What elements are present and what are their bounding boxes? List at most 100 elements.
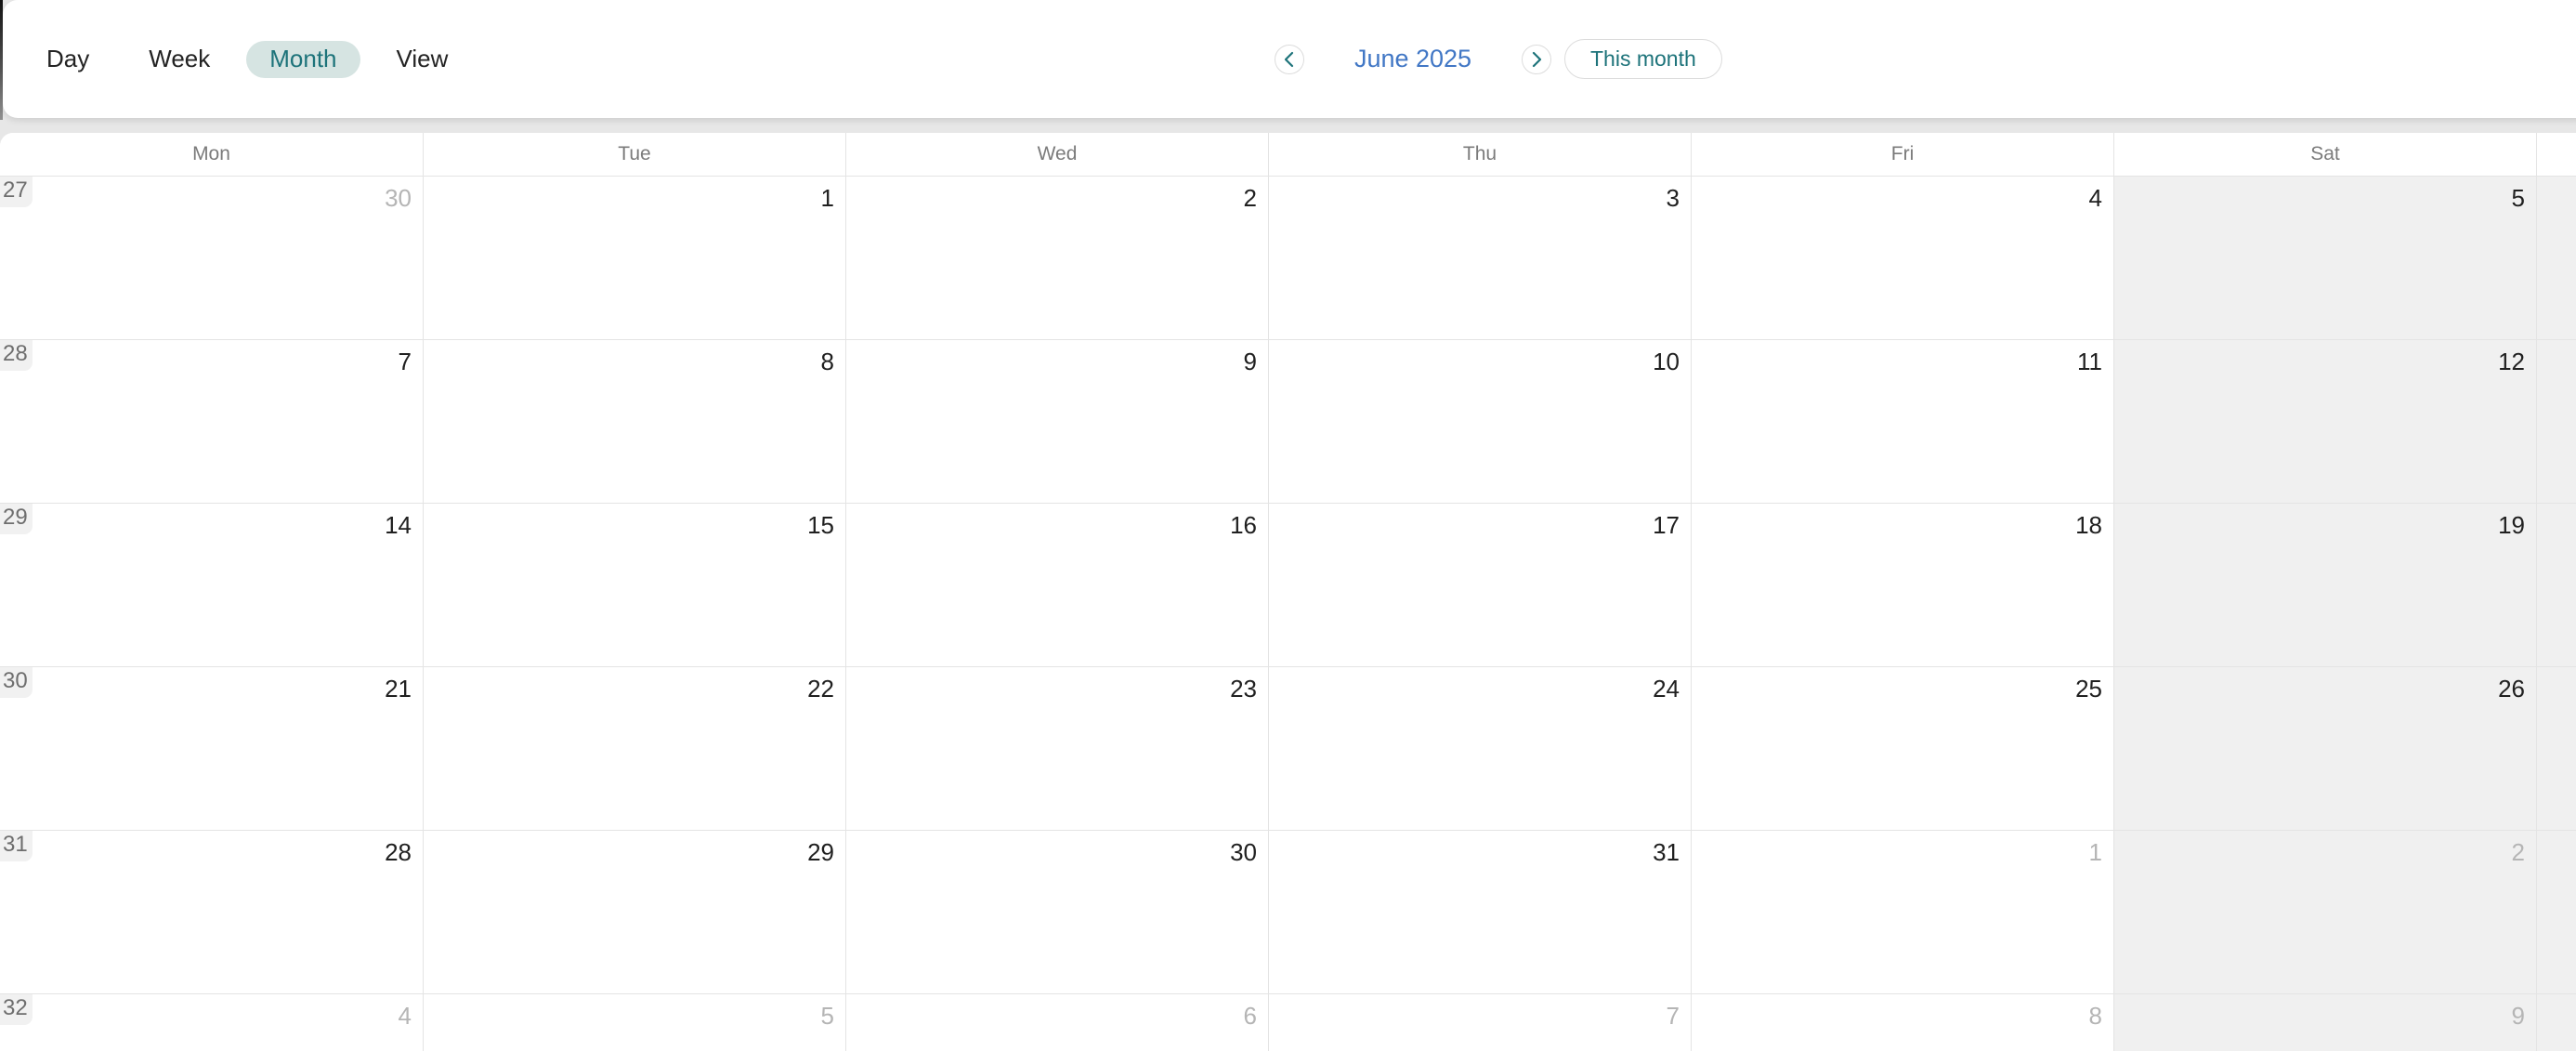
day-cell[interactable]: 29 xyxy=(423,831,845,994)
day-cell[interactable]: 16 xyxy=(845,504,1268,667)
day-cell[interactable]: 6 xyxy=(845,994,1268,1051)
date-label: 24 xyxy=(1653,677,1680,701)
day-cell[interactable]: 8 xyxy=(1691,994,2113,1051)
day-cell[interactable]: 12 xyxy=(2113,340,2536,504)
day-cell-sun-partial[interactable] xyxy=(2536,667,2576,831)
day-header-sun-partial xyxy=(2536,133,2576,176)
day-header-sat: Sat xyxy=(2113,133,2536,176)
date-label: 31 xyxy=(1653,840,1680,864)
date-label: 6 xyxy=(1244,1004,1257,1028)
day-cell[interactable]: 24 xyxy=(1268,667,1691,831)
day-cell[interactable]: 18 xyxy=(1691,504,2113,667)
this-month-button[interactable]: This month xyxy=(1564,39,1722,79)
day-cell[interactable]: 19 xyxy=(2113,504,2536,667)
date-label: 22 xyxy=(807,677,834,701)
day-cell-sun-partial[interactable] xyxy=(2536,831,2576,994)
date-label: 2 xyxy=(2512,840,2525,864)
day-cell[interactable]: 4 xyxy=(1691,177,2113,340)
day-cell[interactable]: 3021 xyxy=(0,667,423,831)
day-cell[interactable]: 324 xyxy=(0,994,423,1051)
day-cell-sun-partial[interactable] xyxy=(2536,177,2576,340)
date-label: 7 xyxy=(399,349,412,374)
date-label: 14 xyxy=(385,513,412,537)
day-cell[interactable]: 9 xyxy=(845,340,1268,504)
day-cell-sun-partial[interactable] xyxy=(2536,340,2576,504)
date-label: 5 xyxy=(821,1004,834,1028)
day-cell-sun-partial[interactable] xyxy=(2536,504,2576,667)
day-cell[interactable]: 3128 xyxy=(0,831,423,994)
date-label: 25 xyxy=(2075,677,2102,701)
view-button-month[interactable]: Month xyxy=(246,41,360,78)
date-label: 26 xyxy=(2498,677,2525,701)
day-cell[interactable]: 3 xyxy=(1268,177,1691,340)
date-label: 1 xyxy=(2089,840,2102,864)
date-label: 15 xyxy=(807,513,834,537)
date-label: 23 xyxy=(1230,677,1257,701)
month-grid: MonTueWedThuFriSat 273012345287891011122… xyxy=(0,133,2576,1051)
day-cell[interactable]: 11 xyxy=(1691,340,2113,504)
day-cell[interactable]: 2 xyxy=(845,177,1268,340)
week-row-30: 3021 22 23 24 25 26 xyxy=(0,667,2576,831)
view-button-day[interactable]: Day xyxy=(23,41,112,78)
date-label: 2 xyxy=(1244,186,1257,210)
day-cell[interactable]: 17 xyxy=(1268,504,1691,667)
date-label: 30 xyxy=(1230,840,1257,864)
prev-month-button[interactable] xyxy=(1275,45,1304,74)
week-number-badge: 28 xyxy=(0,340,33,371)
date-label: 11 xyxy=(2077,349,2102,374)
day-cell[interactable]: 30 xyxy=(845,831,1268,994)
day-cell[interactable]: 5 xyxy=(423,994,845,1051)
day-cell[interactable]: 28 7 xyxy=(0,340,423,504)
day-cell[interactable]: 2730 xyxy=(0,177,423,340)
current-month-label[interactable]: June 2025 xyxy=(1304,45,1522,73)
day-cell[interactable]: 5 xyxy=(2113,177,2536,340)
left-edge-panel xyxy=(0,0,3,120)
date-navigator: June 2025 This month xyxy=(1275,0,1722,118)
date-label: 4 xyxy=(2089,186,2102,210)
day-cell[interactable]: 23 xyxy=(845,667,1268,831)
day-cell[interactable]: 29 14 xyxy=(0,504,423,667)
date-label: 28 xyxy=(385,840,412,864)
view-switcher: Day Week Month View xyxy=(3,41,471,78)
day-cell[interactable]: 15 xyxy=(423,504,845,667)
day-cell[interactable]: 1 xyxy=(423,177,845,340)
day-header-thu: Thu xyxy=(1268,133,1691,176)
day-cell[interactable]: 9 xyxy=(2113,994,2536,1051)
day-header-tue: Tue xyxy=(423,133,845,176)
day-header-row: MonTueWedThuFriSat xyxy=(0,133,2576,177)
week-row-31: 312829 30 31 1 2 xyxy=(0,831,2576,994)
day-header-fri: Fri xyxy=(1691,133,2113,176)
day-cell[interactable]: 1 xyxy=(1691,831,2113,994)
day-cell-sun-partial[interactable] xyxy=(2536,994,2576,1051)
date-label: 4 xyxy=(399,1004,412,1028)
week-row-27: 273012345 xyxy=(0,177,2576,340)
date-label: 19 xyxy=(2498,513,2525,537)
view-button-view[interactable]: View xyxy=(373,41,472,78)
day-cell[interactable]: 2 xyxy=(2113,831,2536,994)
date-label: 30 xyxy=(385,186,412,210)
week-row-32: 324 5 678 9 xyxy=(0,994,2576,1051)
day-cell[interactable]: 26 xyxy=(2113,667,2536,831)
week-number-badge: 29 xyxy=(0,504,33,534)
day-cell[interactable]: 8 xyxy=(423,340,845,504)
week-row-28: 28 78910 11 12 xyxy=(0,340,2576,504)
scheduler-toolbar: Day Week Month View June 2025 This month xyxy=(3,0,2576,118)
date-label: 16 xyxy=(1230,513,1257,537)
next-month-button[interactable] xyxy=(1522,45,1551,74)
day-header-wed: Wed xyxy=(845,133,1268,176)
date-label: 17 xyxy=(1653,513,1680,537)
chevron-left-icon xyxy=(1283,51,1296,68)
date-label: 1 xyxy=(821,186,834,210)
week-row-29: 29 14 15 16 17 18 19 xyxy=(0,504,2576,667)
view-button-week[interactable]: Week xyxy=(125,41,233,78)
day-cell[interactable]: 7 xyxy=(1268,994,1691,1051)
day-cell[interactable]: 31 xyxy=(1268,831,1691,994)
date-label: 9 xyxy=(2512,1004,2525,1028)
day-header-mon: Mon xyxy=(0,133,423,176)
day-cell[interactable]: 25 xyxy=(1691,667,2113,831)
week-number-badge: 30 xyxy=(0,667,33,698)
day-cell[interactable]: 22 xyxy=(423,667,845,831)
chevron-right-icon xyxy=(1530,51,1543,68)
date-label: 5 xyxy=(2512,186,2525,210)
day-cell[interactable]: 10 xyxy=(1268,340,1691,504)
